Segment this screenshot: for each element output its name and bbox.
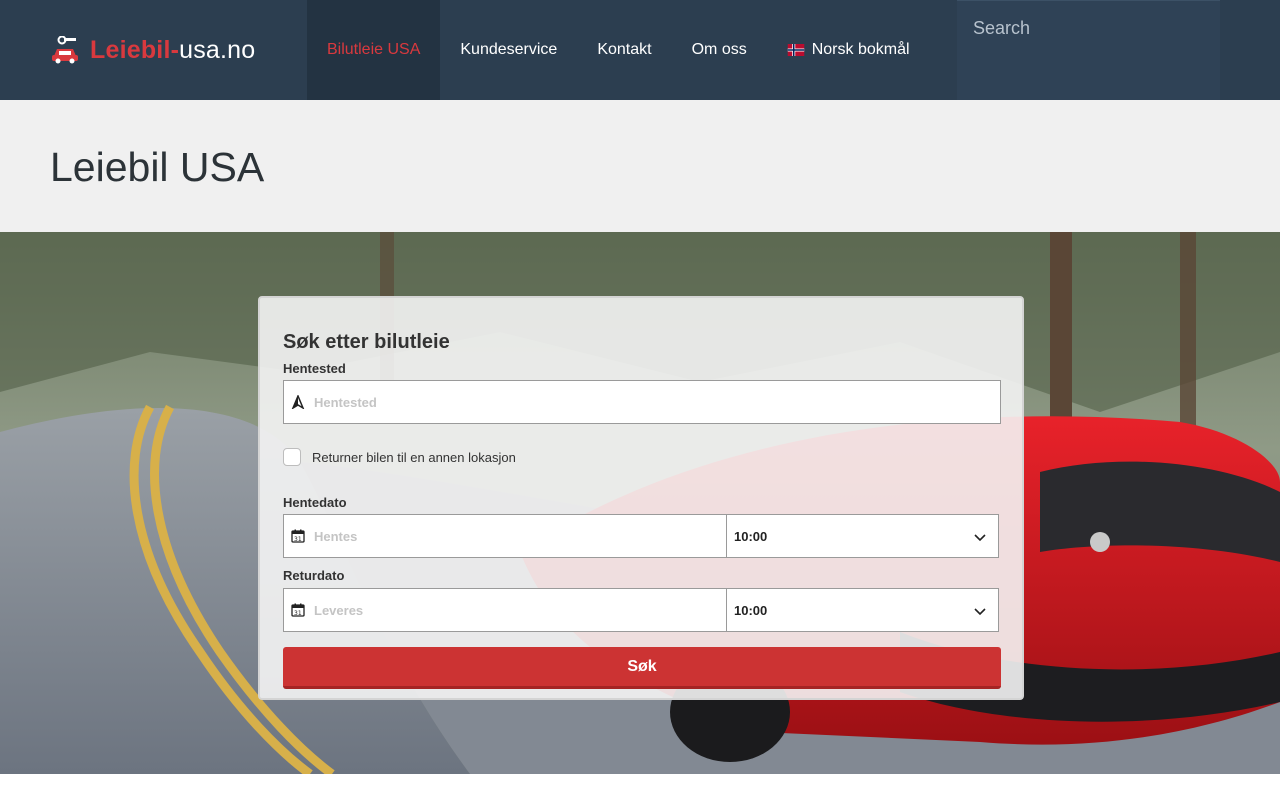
- search-submit-button[interactable]: Søk: [283, 647, 1001, 689]
- nav-item-label: Om oss: [691, 41, 747, 58]
- return-date-input[interactable]: [314, 589, 713, 631]
- nav-item-bilutleie-usa[interactable]: Bilutleie USA: [307, 0, 441, 100]
- pickup-time-select[interactable]: 10:00: [726, 514, 999, 558]
- page-title: Leiebil USA: [50, 144, 265, 190]
- nav-item-label: Bilutleie USA: [327, 41, 421, 58]
- calendar-icon: 31: [291, 529, 305, 543]
- logo-text: Leiebil-usa.no: [90, 36, 255, 65]
- location-arrow-icon: [291, 395, 305, 409]
- pickup-date-label: Hentedato: [283, 495, 347, 510]
- return-time-value: 10:00: [734, 603, 768, 618]
- language-selector[interactable]: Norsk bokmål: [767, 0, 930, 100]
- return-date-label: Returdato: [283, 568, 345, 583]
- nav-item-label: Kundeservice: [460, 41, 558, 58]
- pickup-date-field[interactable]: 31: [283, 514, 728, 558]
- chevron-down-icon: [974, 608, 986, 616]
- nav-item-om-oss[interactable]: Om oss: [672, 0, 767, 100]
- logo-text-part2: usa.no: [179, 35, 256, 64]
- return-time-select[interactable]: 10:00: [726, 588, 999, 632]
- nav-item-kundeservice[interactable]: Kundeservice: [440, 0, 577, 100]
- norway-flag-icon: [787, 44, 804, 56]
- svg-text:31: 31: [294, 610, 302, 617]
- return-other-location-row[interactable]: Returner bilen til en annen lokasjon: [283, 448, 516, 466]
- pickup-location-input[interactable]: [314, 381, 959, 423]
- search-box: [957, 0, 1220, 100]
- search-form-card: Søk etter bilutleie Hentested Returner b…: [258, 296, 1024, 700]
- calendar-icon: 31: [291, 603, 305, 617]
- nav-item-kontakt[interactable]: Kontakt: [577, 0, 671, 100]
- return-date-field[interactable]: 31: [283, 588, 728, 632]
- pickup-location-field[interactable]: [283, 380, 1001, 424]
- page-title-band: Leiebil USA: [0, 100, 1280, 232]
- pickup-time-value: 10:00: [734, 529, 768, 544]
- car-key-icon: [52, 36, 78, 64]
- pickup-location-label: Hentested: [283, 361, 346, 376]
- logo-text-part1: Leiebil-: [90, 35, 180, 64]
- return-other-location-label: Returner bilen til en annen lokasjon: [312, 449, 516, 465]
- main-nav: Bilutleie USA Kundeservice Kontakt Om os…: [307, 0, 930, 100]
- search-input[interactable]: [973, 13, 1203, 43]
- site-header: Leiebil-usa.no Bilutleie USA Kundeservic…: [0, 0, 1280, 100]
- svg-text:31: 31: [294, 536, 302, 543]
- pickup-date-input[interactable]: [314, 515, 713, 557]
- site-logo[interactable]: Leiebil-usa.no: [50, 35, 255, 65]
- nav-item-label: Kontakt: [597, 41, 652, 58]
- form-title: Søk etter bilutleie: [283, 331, 450, 353]
- language-label: Norsk bokmål: [811, 41, 910, 58]
- return-other-location-checkbox[interactable]: [283, 448, 301, 466]
- chevron-down-icon: [974, 534, 986, 542]
